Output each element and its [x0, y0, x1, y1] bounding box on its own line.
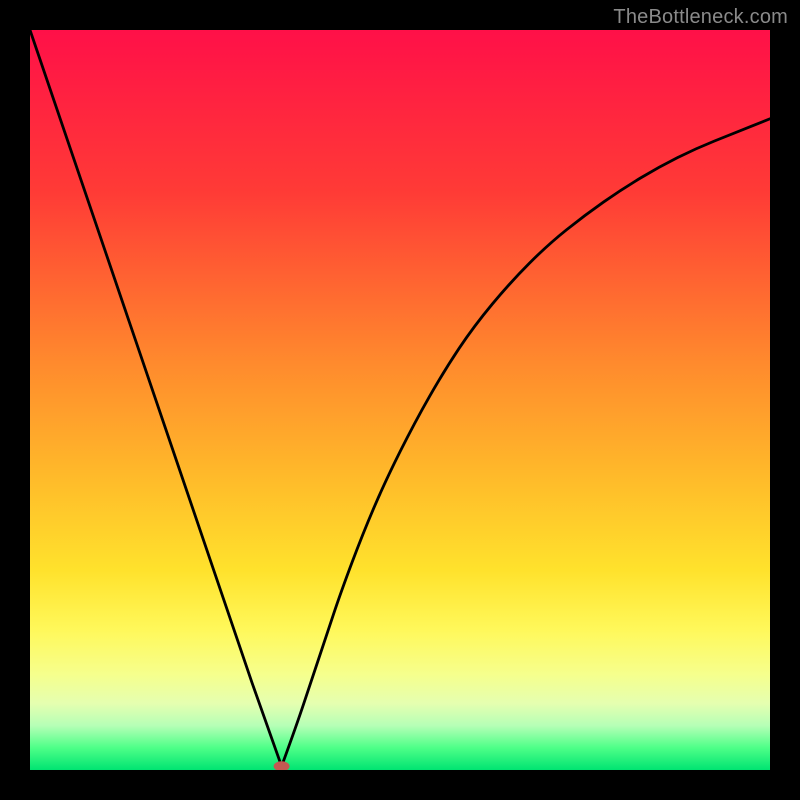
chart-background — [30, 30, 770, 770]
chart-frame: TheBottleneck.com — [0, 0, 800, 800]
watermark: TheBottleneck.com — [613, 6, 788, 29]
chart-svg — [30, 30, 770, 770]
plot-area — [30, 30, 770, 770]
